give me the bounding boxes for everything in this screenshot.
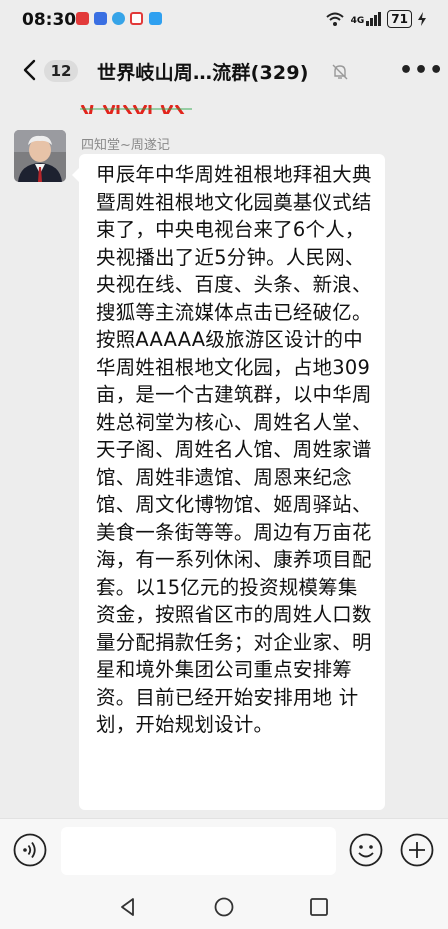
notification-browser-icon: [112, 12, 125, 25]
signal-icon: 4G: [351, 12, 382, 26]
chat-header: 12 世界岐山周…流群(329) •••: [0, 40, 448, 102]
more-options-icon[interactable]: •••: [399, 58, 444, 83]
voice-input-icon[interactable]: [13, 833, 47, 867]
message-bubble[interactable]: 甲辰年中华周姓祖根地拜祖大典暨周姓祖根地文化园奠基仪式结束了，中央电视台来了6个…: [72, 154, 385, 810]
notification-blue-icon: [94, 12, 107, 25]
status-bar: 08:30 4G 71: [0, 0, 448, 40]
sender-name: 四知堂~周遂记: [81, 138, 170, 153]
input-bar: [0, 818, 448, 885]
charging-icon: [418, 12, 426, 26]
nav-recents-icon[interactable]: [307, 895, 331, 919]
network-type: 4G: [350, 16, 365, 26]
chat-title: 世界岐山周…流群(329): [97, 62, 309, 84]
system-nav-bar: [0, 884, 448, 929]
status-time: 08:30: [22, 10, 77, 30]
notification-app-icon: [130, 12, 143, 25]
mute-bell-icon: [332, 64, 348, 80]
message-text: 甲辰年中华周姓祖根地拜祖大典暨周姓祖根地文化园奠基仪式结束了，中央电视台来了6个…: [96, 163, 372, 736]
add-attachment-icon[interactable]: [400, 833, 434, 867]
nav-home-icon[interactable]: [212, 895, 236, 919]
sender-avatar[interactable]: [14, 130, 66, 182]
wifi-icon: [325, 12, 344, 26]
emoji-icon[interactable]: [349, 833, 383, 867]
unread-count-badge[interactable]: 12: [44, 60, 78, 82]
message-input[interactable]: [61, 827, 336, 875]
battery-indicator: 71: [387, 10, 412, 28]
notification-red-icon: [76, 12, 89, 25]
back-arrow-icon[interactable]: [18, 58, 42, 82]
nav-back-icon[interactable]: [116, 895, 140, 919]
previous-sticker-image: [80, 102, 192, 114]
notification-qq-icon: [149, 12, 162, 25]
